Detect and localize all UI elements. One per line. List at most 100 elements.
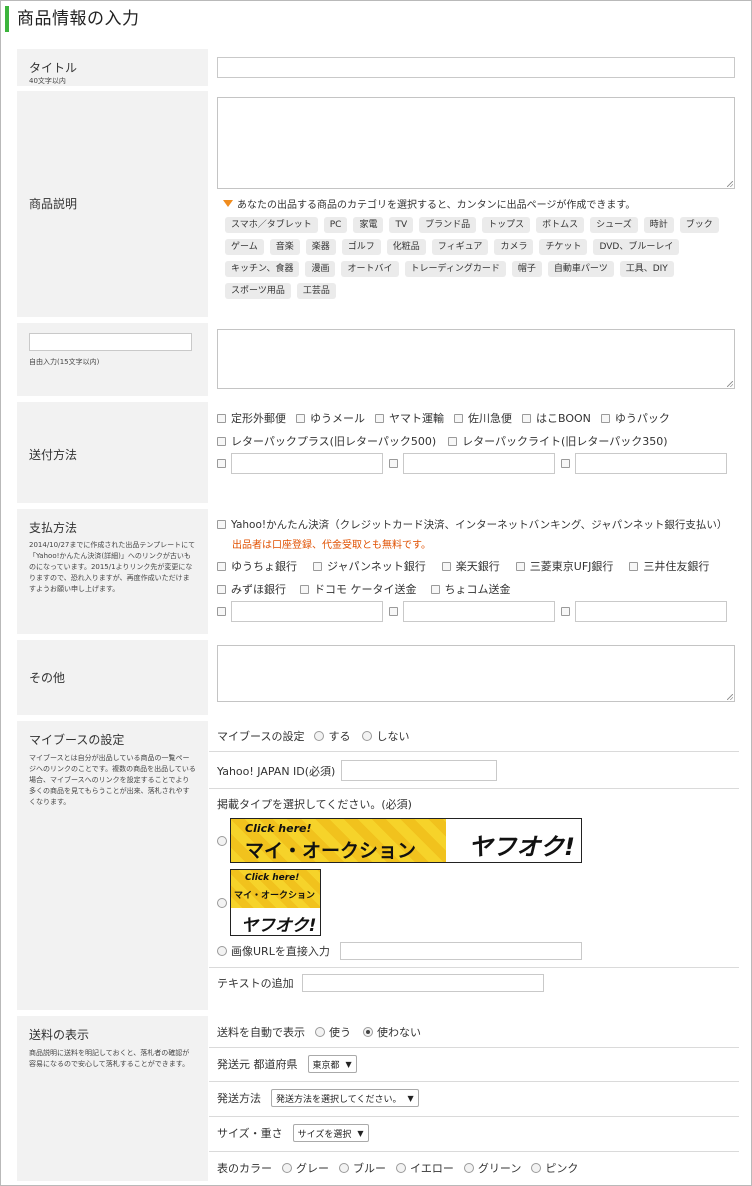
checkbox-option[interactable]: ちょコム送金 — [430, 581, 511, 597]
checkbox[interactable] — [300, 584, 309, 594]
category-tag[interactable]: トレーディングカード — [404, 261, 506, 277]
checkbox[interactable] — [217, 584, 226, 594]
image-url-radio[interactable] — [217, 946, 227, 956]
payment-custom-checkbox-1[interactable] — [217, 607, 226, 616]
checkbox-option[interactable]: 定形外郵便 — [217, 410, 286, 426]
postage-use-radio[interactable] — [315, 1027, 325, 1037]
payment-custom-input-1[interactable] — [231, 601, 383, 622]
checkbox[interactable] — [441, 561, 451, 571]
payment-custom-checkbox-2[interactable] — [389, 607, 398, 616]
postage-use-option[interactable]: 使う — [315, 1024, 351, 1040]
category-tag[interactable]: スマホ／タブレット — [225, 217, 318, 233]
mybooth-no-radio[interactable] — [362, 731, 373, 741]
shipping-custom-input-2[interactable] — [403, 453, 555, 474]
checkbox[interactable] — [600, 413, 610, 423]
category-tag[interactable]: ゲーム — [225, 239, 264, 255]
category-tag[interactable]: 帽子 — [511, 261, 542, 277]
color-option[interactable]: グリーン — [463, 1160, 521, 1176]
other-textarea[interactable] — [217, 645, 735, 702]
banner-small[interactable]: Click here! マイ・オークション ヤフオク! — [230, 869, 321, 936]
category-tag[interactable]: 漫画 — [305, 261, 336, 277]
category-tag[interactable]: スポーツ用品 — [225, 283, 291, 299]
color-option[interactable]: ピンク — [531, 1160, 578, 1176]
category-tag[interactable]: カメラ — [494, 239, 534, 255]
free-input[interactable] — [29, 333, 192, 351]
checkbox-option[interactable]: みずほ銀行 — [217, 581, 286, 597]
checkbox[interactable] — [448, 436, 458, 446]
free-textarea[interactable] — [217, 329, 735, 389]
category-tag[interactable]: DVD、ブルーレイ — [593, 239, 680, 255]
shipping-custom-input-1[interactable] — [231, 453, 383, 474]
payment-custom-input-3[interactable] — [575, 601, 727, 622]
category-tag[interactable]: 工具、DIY — [619, 261, 674, 277]
color-option[interactable]: ブルー — [339, 1160, 386, 1176]
text-add-input[interactable] — [301, 974, 544, 992]
checkbox[interactable] — [522, 413, 531, 423]
category-tag[interactable]: ボトムス — [536, 217, 585, 233]
size-select[interactable]: サイズを選択 ▼ — [292, 1124, 369, 1142]
method-select[interactable]: 発送方法を選択してください。 ▼ — [271, 1089, 419, 1107]
checkbox-option[interactable]: ゆうメール — [296, 410, 365, 426]
checkbox-option[interactable]: レターパックプラス(旧レターパック500) — [217, 433, 436, 449]
postage-notuse-option[interactable]: 使わない — [363, 1024, 421, 1040]
shipping-custom-checkbox-3[interactable] — [561, 459, 570, 468]
color-radio[interactable] — [339, 1163, 349, 1173]
category-tag[interactable]: 音楽 — [269, 239, 300, 255]
category-tag[interactable]: TV — [389, 217, 414, 233]
category-tag[interactable]: チケット — [539, 239, 588, 255]
banner-large[interactable]: Click here! マイ・オークション ヤフオク! — [230, 818, 582, 863]
color-option[interactable]: グレー — [282, 1160, 329, 1176]
category-tag[interactable]: 化粧品 — [386, 239, 426, 255]
category-tag[interactable]: 楽器 — [305, 239, 336, 255]
color-radio[interactable] — [396, 1163, 406, 1173]
color-option[interactable]: イエロー — [396, 1160, 454, 1176]
yahoo-id-input[interactable] — [341, 760, 498, 781]
category-tag[interactable]: キッチン、食器 — [225, 261, 300, 277]
description-textarea[interactable] — [217, 97, 735, 189]
checkbox-option[interactable]: ジャパンネット銀行 — [313, 558, 426, 574]
checkbox[interactable] — [430, 584, 440, 594]
category-tag[interactable]: トップス — [482, 217, 531, 233]
shipping-custom-checkbox-1[interactable] — [217, 459, 226, 468]
image-url-input[interactable] — [339, 942, 582, 960]
checkbox-option[interactable]: ヤマト運輸 — [375, 410, 444, 426]
checkbox[interactable] — [375, 413, 384, 423]
postage-notuse-radio[interactable] — [363, 1027, 373, 1037]
checkbox[interactable] — [629, 561, 639, 571]
checkbox[interactable] — [515, 561, 525, 571]
shipping-custom-checkbox-2[interactable] — [389, 459, 398, 468]
color-radio[interactable] — [463, 1163, 474, 1173]
color-radio[interactable] — [282, 1163, 292, 1173]
checkbox-option[interactable]: 佐川急便 — [454, 410, 512, 426]
category-tag[interactable]: 工芸品 — [296, 283, 336, 299]
checkbox-option[interactable]: 三井住友銀行 — [629, 558, 709, 574]
color-radio[interactable] — [531, 1163, 542, 1173]
category-tag[interactable]: 時計 — [643, 217, 674, 233]
checkbox[interactable] — [313, 561, 322, 571]
category-tag[interactable]: ブランド品 — [419, 217, 477, 233]
origin-select[interactable]: 東京都 ▼ — [307, 1055, 357, 1073]
category-tag[interactable]: PC — [323, 217, 348, 233]
checkbox[interactable] — [217, 436, 226, 446]
category-tag[interactable]: ブック — [679, 217, 719, 233]
shipping-custom-input-3[interactable] — [575, 453, 727, 474]
banner-large-radio[interactable] — [217, 836, 227, 846]
category-tag[interactable]: オートバイ — [341, 261, 399, 277]
banner-small-radio[interactable] — [217, 898, 227, 908]
checkbox[interactable] — [217, 413, 226, 423]
checkbox-option[interactable]: 楽天銀行 — [441, 558, 500, 574]
checkbox-option[interactable]: ゆうちょ銀行 — [217, 558, 297, 574]
category-tag[interactable]: フィギュア — [431, 239, 489, 255]
category-tag[interactable]: シューズ — [590, 217, 638, 233]
payment-yahoo-checkbox[interactable] — [217, 520, 226, 529]
category-tag[interactable]: ゴルフ — [341, 239, 381, 255]
checkbox-option[interactable]: ゆうパック — [600, 410, 670, 426]
mybooth-yes-option[interactable]: する — [314, 728, 350, 744]
checkbox-option[interactable]: 三菱東京UFJ銀行 — [515, 558, 613, 574]
checkbox-option[interactable]: ドコモ ケータイ送金 — [300, 581, 417, 597]
category-tag[interactable]: 家電 — [353, 217, 384, 233]
checkbox[interactable] — [454, 413, 463, 423]
payment-custom-checkbox-3[interactable] — [561, 607, 570, 616]
checkbox[interactable] — [296, 413, 305, 423]
title-input[interactable] — [217, 57, 735, 78]
